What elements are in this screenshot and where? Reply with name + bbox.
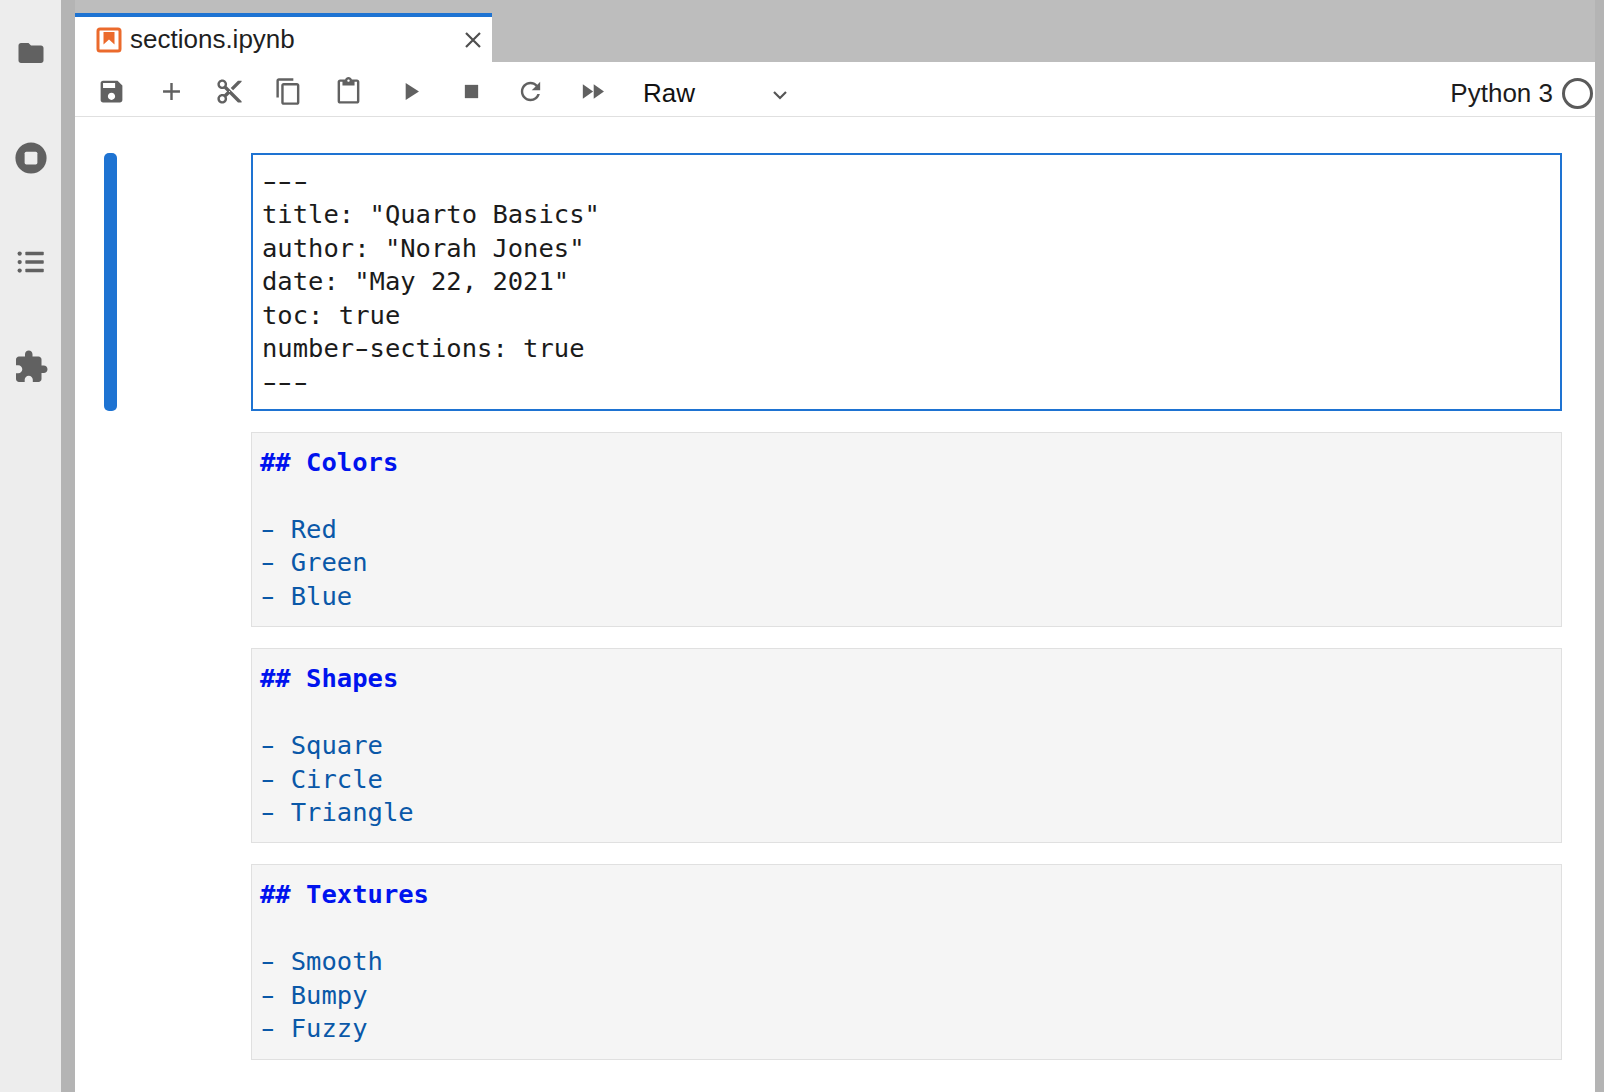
code-line: - Fuzzy xyxy=(260,1012,1549,1045)
code-line: - Bumpy xyxy=(260,979,1549,1012)
stop-icon xyxy=(457,77,486,110)
notebook-icon xyxy=(96,27,122,53)
code-line: ## Textures xyxy=(260,878,1549,911)
cell-editor[interactable]: ## Textures - Smooth- Bumpy- Fuzzy xyxy=(251,864,1562,1059)
sidebar-item-file-browser[interactable] xyxy=(0,38,61,72)
code-line: --- xyxy=(262,366,1548,399)
chevron-down-icon xyxy=(770,88,790,102)
cell-editor[interactable]: ## Colors - Red- Green- Blue xyxy=(251,432,1562,627)
code-line: date: "May 22, 2021" xyxy=(262,265,1548,298)
code-line: - Circle xyxy=(260,763,1549,796)
puzzle-icon xyxy=(13,349,49,389)
notebook-content: ---title: "Quarto Basics"author: "Norah … xyxy=(75,153,1595,1092)
left-activity-bar xyxy=(0,0,61,1092)
code-line xyxy=(260,912,1549,945)
add-cell-icon xyxy=(157,77,186,110)
code-line: - Square xyxy=(260,729,1549,762)
code-line: - Green xyxy=(260,546,1549,579)
code-line: - Triangle xyxy=(260,796,1549,829)
restart-kernel-button[interactable] xyxy=(515,78,545,108)
restart-and-run-all-button[interactable] xyxy=(577,78,607,108)
cut-cells-button[interactable] xyxy=(214,78,244,108)
main-dock-panel: sections.ipynb Raw Python 3 ---title: "Q… xyxy=(75,0,1595,1092)
copy-cells-button[interactable] xyxy=(273,78,303,108)
close-icon[interactable] xyxy=(462,29,484,51)
run-icon xyxy=(396,77,425,110)
code-line xyxy=(260,696,1549,729)
save-button[interactable] xyxy=(96,78,126,108)
running-sessions-icon xyxy=(14,141,48,179)
tab-title: sections.ipynb xyxy=(130,24,295,55)
kernel-name[interactable]: Python 3 xyxy=(1450,78,1553,109)
restart-run-all-icon xyxy=(578,77,607,110)
code-line: - Smooth xyxy=(260,945,1549,978)
kernel-idle-circle-icon[interactable] xyxy=(1562,78,1593,109)
copy-icon xyxy=(274,77,303,110)
restart-icon xyxy=(516,77,545,110)
paste-cells-button[interactable] xyxy=(333,78,363,108)
cut-icon xyxy=(215,77,244,110)
sidebar-divider xyxy=(61,0,75,1092)
code-line xyxy=(260,480,1549,513)
cell-editor[interactable]: ---title: "Quarto Basics"author: "Norah … xyxy=(251,153,1562,411)
save-icon xyxy=(97,77,126,110)
folder-icon xyxy=(13,38,49,72)
code-line: title: "Quarto Basics" xyxy=(262,198,1548,231)
paste-icon xyxy=(334,77,363,110)
code-line: author: "Norah Jones" xyxy=(262,232,1548,265)
jupyterlab-window: sections.ipynb Raw Python 3 ---title: "Q… xyxy=(0,0,1604,1092)
cell-type-value: Raw xyxy=(643,78,695,109)
markdown-cell: ## Colors - Red- Green- Blue xyxy=(251,432,1562,627)
right-edge xyxy=(1595,0,1604,1092)
notebook-toolbar: Raw Python 3 xyxy=(75,62,1595,117)
cell-type-select[interactable]: Raw xyxy=(643,66,695,120)
raw-cell: ---title: "Quarto Basics"author: "Norah … xyxy=(251,153,1562,411)
code-line: --- xyxy=(262,165,1548,198)
code-line: ## Shapes xyxy=(260,662,1549,695)
code-line: toc: true xyxy=(262,299,1548,332)
table-of-contents-icon xyxy=(14,245,48,283)
tab-sections-ipynb[interactable]: sections.ipynb xyxy=(75,13,492,62)
code-line: - Red xyxy=(260,513,1549,546)
cell-editor[interactable]: ## Shapes - Square- Circle- Triangle xyxy=(251,648,1562,843)
code-line: number-sections: true xyxy=(262,332,1548,365)
sidebar-item-table-of-contents[interactable] xyxy=(0,245,61,283)
sidebar-item-running-sessions[interactable] xyxy=(0,141,61,179)
code-line: - Blue xyxy=(260,580,1549,613)
interrupt-kernel-button[interactable] xyxy=(456,78,486,108)
code-line: ## Colors xyxy=(260,446,1549,479)
selected-cell-collapser[interactable] xyxy=(104,153,117,411)
sidebar-item-extension-manager[interactable] xyxy=(0,349,61,389)
markdown-cell: ## Textures - Smooth- Bumpy- Fuzzy xyxy=(251,864,1562,1059)
kernel-indicator: Python 3 xyxy=(1450,66,1593,120)
run-cell-button[interactable] xyxy=(395,78,425,108)
markdown-cell: ## Shapes - Square- Circle- Triangle xyxy=(251,648,1562,843)
insert-cell-below-button[interactable] xyxy=(156,78,186,108)
tab-bar: sections.ipynb xyxy=(75,0,1595,62)
